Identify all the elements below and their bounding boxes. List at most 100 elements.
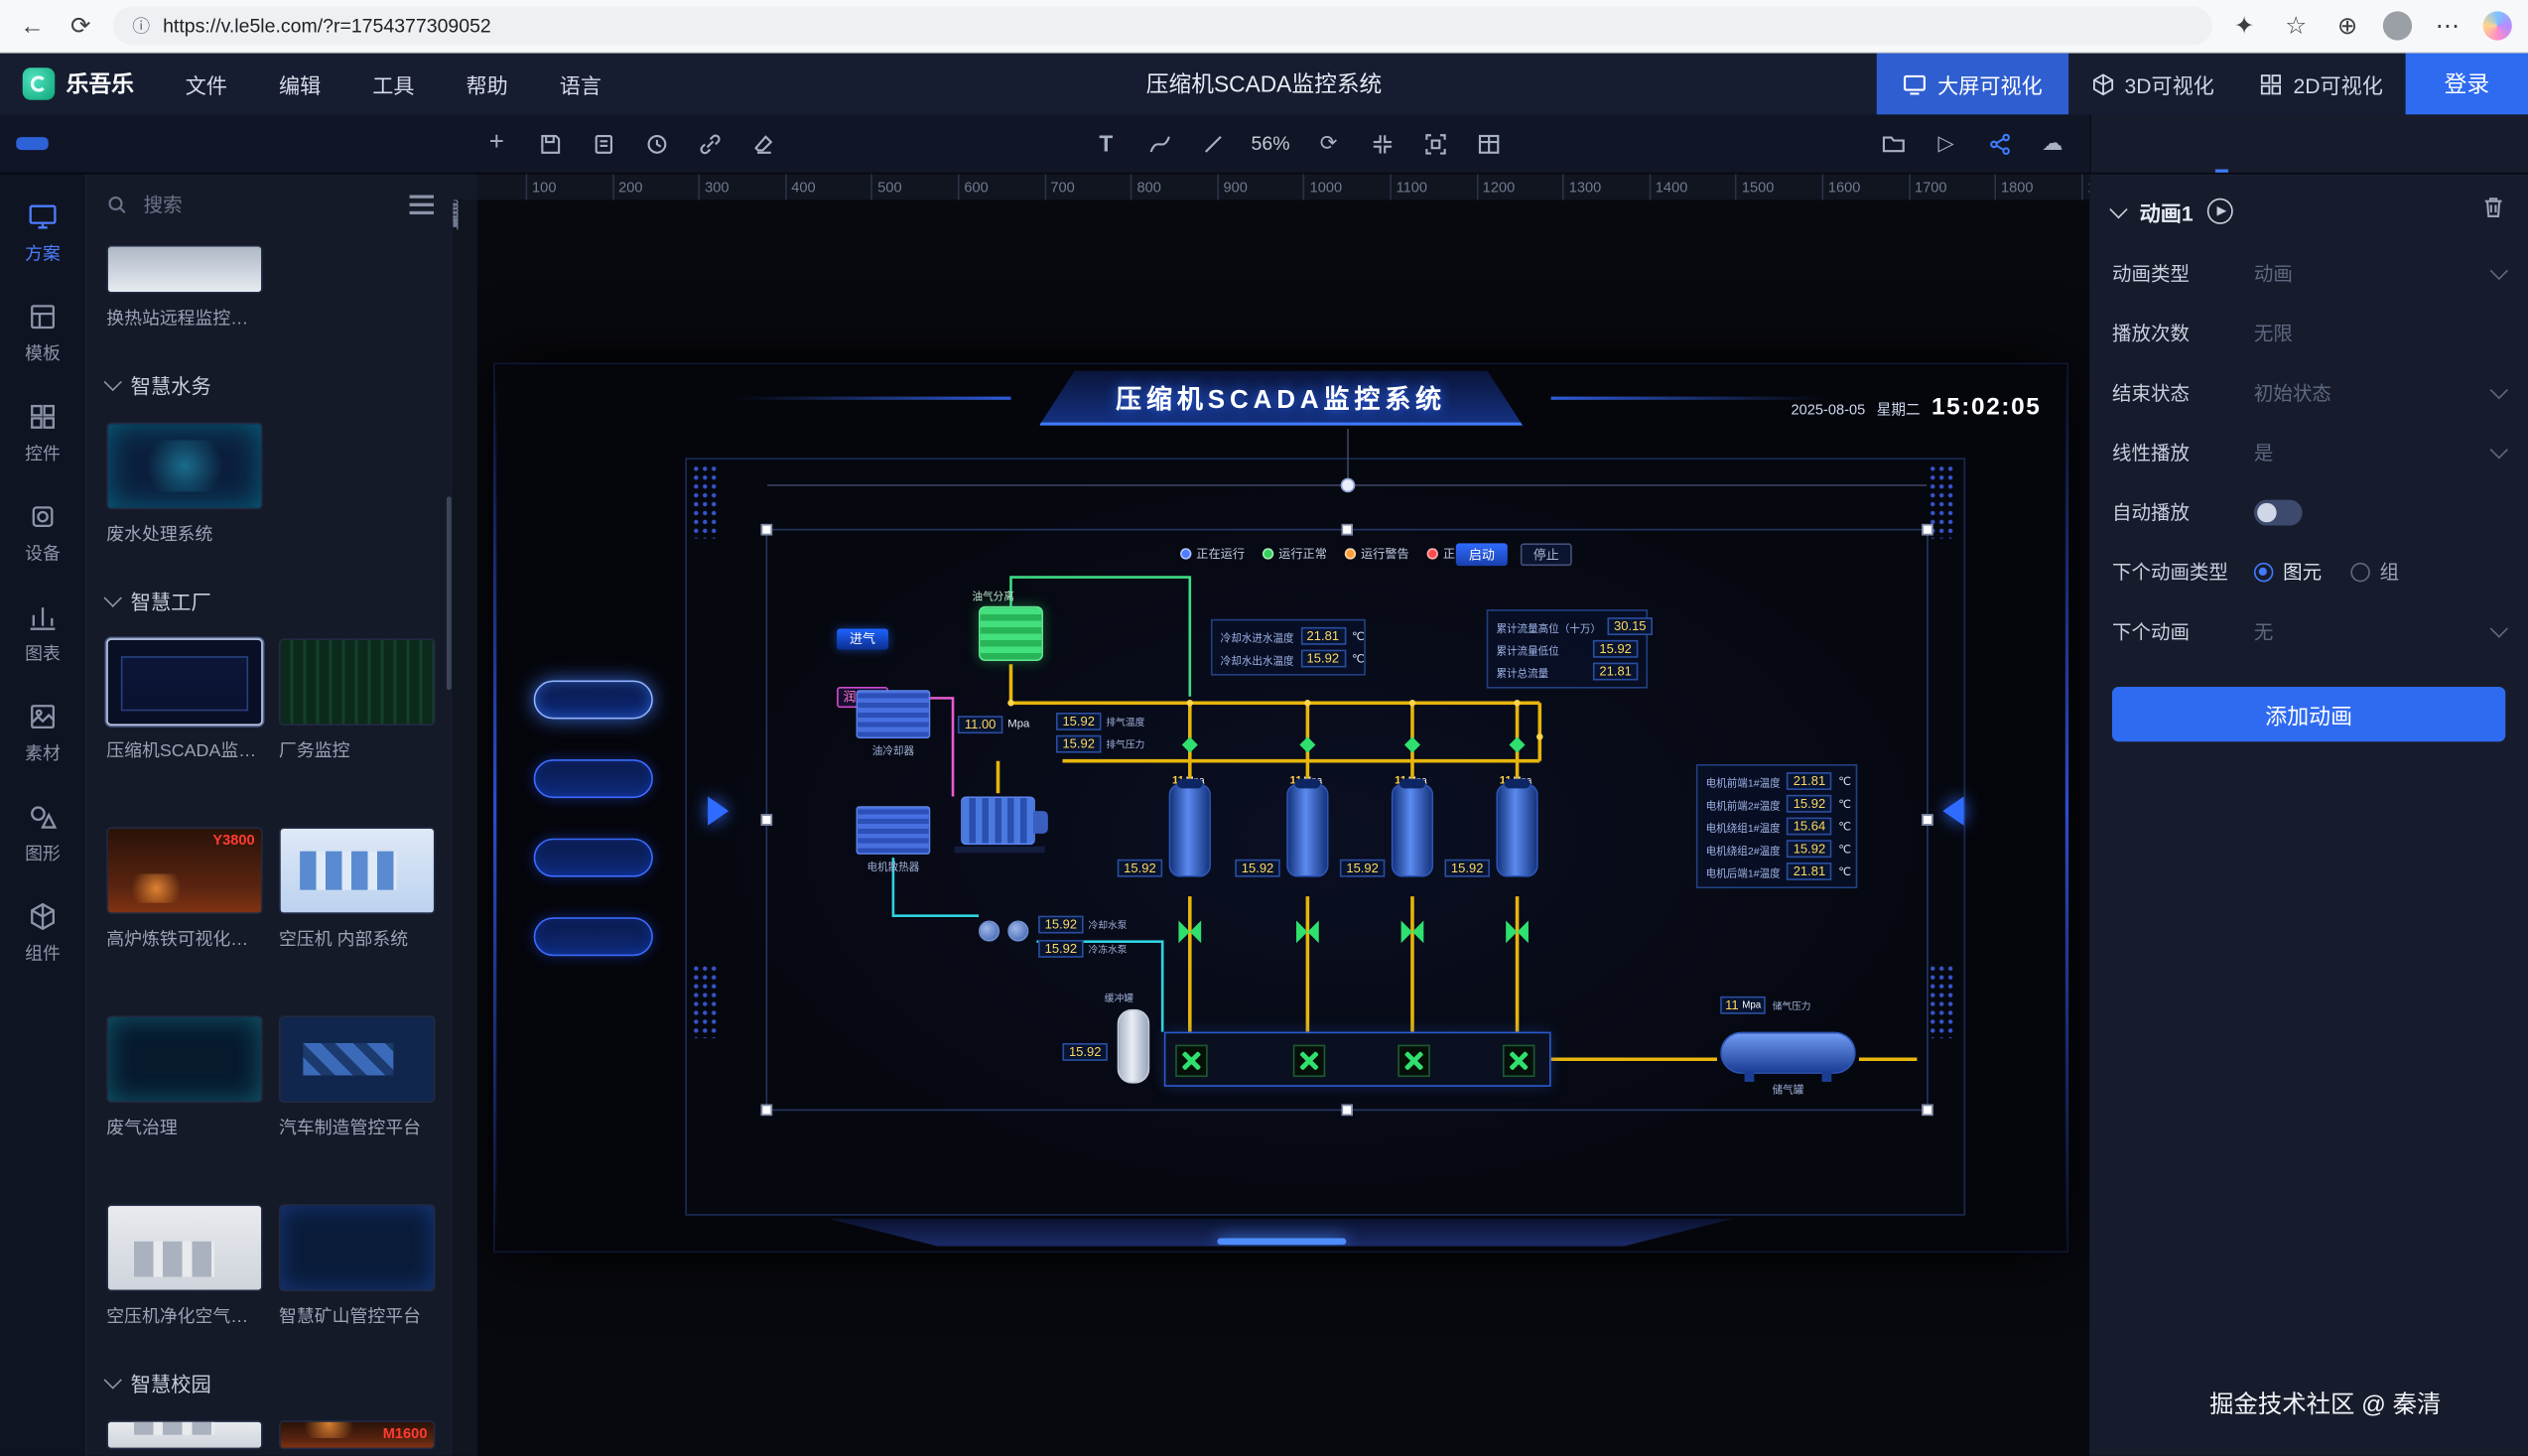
- list-view-icon[interactable]: [410, 196, 434, 214]
- history-icon[interactable]: [642, 129, 671, 158]
- library-item[interactable]: 废气治理: [106, 1015, 263, 1139]
- rail-item-assets[interactable]: 素材: [0, 684, 85, 784]
- login-button[interactable]: 登录: [2406, 54, 2528, 115]
- cloud-icon[interactable]: ☁: [2038, 129, 2066, 158]
- rail-item-devices[interactable]: 设备: [0, 483, 85, 584]
- play-animation-icon[interactable]: [2207, 199, 2233, 224]
- tank-group[interactable]: 11Mpa 15.92: [1496, 783, 1540, 876]
- compress-icon[interactable]: [1368, 129, 1397, 158]
- pump-icons[interactable]: [979, 916, 1028, 942]
- motor-radiator[interactable]: [857, 806, 931, 855]
- delete-animation-icon[interactable]: [2481, 196, 2505, 227]
- selection-handle[interactable]: [1341, 524, 1352, 535]
- add-icon[interactable]: +: [482, 129, 511, 158]
- auto-play-toggle[interactable]: [2254, 499, 2303, 525]
- section-campus[interactable]: 智慧校园: [106, 1367, 434, 1397]
- oil-cooler[interactable]: [857, 690, 931, 738]
- favorite-star-icon[interactable]: ☆: [2280, 11, 2312, 40]
- section-water[interactable]: 智慧水务: [106, 369, 434, 400]
- selection-handle[interactable]: [1341, 1105, 1352, 1116]
- library-item[interactable]: 厂务监控: [279, 638, 436, 762]
- search-input[interactable]: [140, 192, 396, 217]
- table-icon[interactable]: [1474, 129, 1503, 158]
- library-item[interactable]: 废水处理系统: [106, 423, 263, 547]
- connect-icon[interactable]: [695, 129, 724, 158]
- property-tab[interactable]: [2390, 114, 2403, 172]
- copilot-icon[interactable]: [2483, 11, 2512, 40]
- gas-storage-tank[interactable]: [1720, 1032, 1855, 1074]
- share-icon[interactable]: [1985, 129, 2014, 158]
- rail-item-plan[interactable]: 方案: [0, 184, 85, 284]
- dashboard-menu-button[interactable]: [534, 680, 653, 719]
- library-item[interactable]: 空压机 内部系统: [279, 827, 436, 951]
- big-screen-button[interactable]: 大屏可视化: [1876, 54, 2067, 115]
- section-factory[interactable]: 智慧工厂: [106, 586, 434, 616]
- selection-handle[interactable]: [761, 524, 772, 535]
- menu-item[interactable]: 工具: [372, 68, 414, 99]
- site-info-icon[interactable]: ⓘ: [132, 13, 150, 39]
- dashboard-menu-button[interactable]: [534, 839, 653, 877]
- design-canvas[interactable]: 压缩机SCADA监控系统 2025-08-05 星期二 15:02:05: [477, 199, 2089, 1455]
- folder-icon[interactable]: [1878, 129, 1907, 158]
- rail-item-template[interactable]: 模板: [0, 284, 85, 384]
- collections-icon[interactable]: ⊕: [2331, 11, 2363, 40]
- start-button[interactable]: 启动: [1456, 543, 1508, 566]
- selection-handle[interactable]: [1922, 814, 1932, 825]
- property-tab[interactable]: [2128, 114, 2141, 172]
- inlet-button[interactable]: 进气: [837, 629, 888, 650]
- tank-group[interactable]: 11Mpa 15.92: [1286, 783, 1331, 876]
- library-item[interactable]: 空压机净化空气…: [106, 1204, 263, 1328]
- dashboard-menu-button[interactable]: [534, 917, 653, 956]
- oil-gas-separator[interactable]: [979, 606, 1043, 661]
- rail-item-charts[interactable]: 图表: [0, 584, 85, 684]
- back-icon[interactable]: ←: [16, 12, 48, 40]
- collapse-chevron-icon[interactable]: [2109, 199, 2127, 217]
- library-item[interactable]: 换热站远程监控…: [106, 245, 263, 331]
- eraser-icon[interactable]: [748, 129, 777, 158]
- property-tab[interactable]: [2215, 114, 2228, 172]
- library-item[interactable]: 智慧矿山管控平台: [279, 1204, 436, 1328]
- clipboard-icon[interactable]: [589, 129, 617, 158]
- url-bar[interactable]: ⓘ https://v.le5le.com/?r=1754377309052: [113, 6, 2212, 45]
- radio-option[interactable]: 组: [2350, 558, 2399, 586]
- profile-avatar[interactable]: [2383, 11, 2412, 40]
- rail-item-components[interactable]: 组件: [0, 883, 85, 984]
- library-item[interactable]: M1600: [279, 1420, 436, 1449]
- save-icon[interactable]: [535, 129, 564, 158]
- motor[interactable]: [961, 796, 1035, 845]
- preview-icon[interactable]: ▷: [1931, 129, 1960, 158]
- buffer-tank[interactable]: [1118, 1009, 1149, 1084]
- resource-tab[interactable]: [83, 137, 115, 150]
- select-chevron-icon[interactable]: [2490, 619, 2508, 637]
- resource-tab[interactable]: [16, 137, 48, 150]
- menu-item[interactable]: 帮助: [466, 68, 508, 99]
- refresh-icon[interactable]: ⟳: [65, 11, 96, 40]
- rail-item-graphics[interactable]: 图形: [0, 783, 85, 883]
- library-scrollbar[interactable]: [447, 496, 452, 690]
- select-chevron-icon[interactable]: [2490, 261, 2508, 279]
- library-item[interactable]: 压缩机SCADA监…: [106, 638, 263, 762]
- menu-item[interactable]: 文件: [186, 68, 227, 99]
- selection-handle[interactable]: [1922, 1105, 1932, 1116]
- selection-handle[interactable]: [761, 1105, 772, 1116]
- dashboard-menu-button[interactable]: [534, 759, 653, 798]
- resource-tab[interactable]: [219, 137, 251, 150]
- frame-icon[interactable]: [1420, 129, 1449, 158]
- selection-handle[interactable]: [761, 814, 772, 825]
- tank-group[interactable]: 11Mpa 15.92: [1169, 783, 1214, 876]
- library-item[interactable]: Y3800 高炉炼铁可视化…: [106, 827, 263, 951]
- rail-item-widgets[interactable]: 控件: [0, 384, 85, 484]
- property-tab[interactable]: [2477, 114, 2490, 172]
- menu-item[interactable]: 编辑: [279, 68, 321, 99]
- select-chevron-icon[interactable]: [2490, 440, 2508, 458]
- menu-item[interactable]: 语言: [560, 68, 601, 99]
- selection-handle[interactable]: [1922, 524, 1932, 535]
- brand[interactable]: 乐吾乐: [0, 67, 163, 99]
- add-animation-button[interactable]: 添加动画: [2112, 687, 2505, 741]
- resource-tab[interactable]: [152, 137, 184, 150]
- property-tab[interactable]: [2303, 114, 2316, 172]
- refresh-zoom-icon[interactable]: ⟳: [1314, 129, 1343, 158]
- tank-group[interactable]: 11Mpa 15.92: [1392, 783, 1436, 876]
- select-chevron-icon[interactable]: [2490, 380, 2508, 398]
- zoom-level[interactable]: 56%: [1252, 132, 1290, 155]
